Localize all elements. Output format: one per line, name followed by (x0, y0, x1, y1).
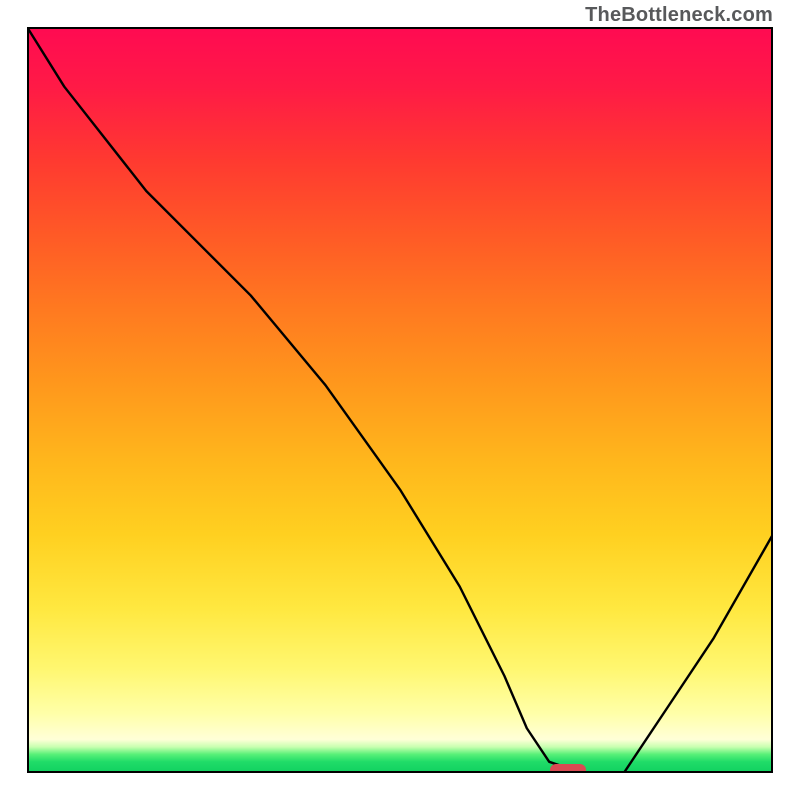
plot-area (27, 27, 773, 773)
curve-layer (27, 27, 773, 773)
optimal-range-marker (550, 764, 586, 773)
bottleneck-curve-path (27, 27, 773, 773)
watermark-text: TheBottleneck.com (585, 4, 773, 27)
bottleneck-chart: TheBottleneck.com (0, 0, 800, 800)
